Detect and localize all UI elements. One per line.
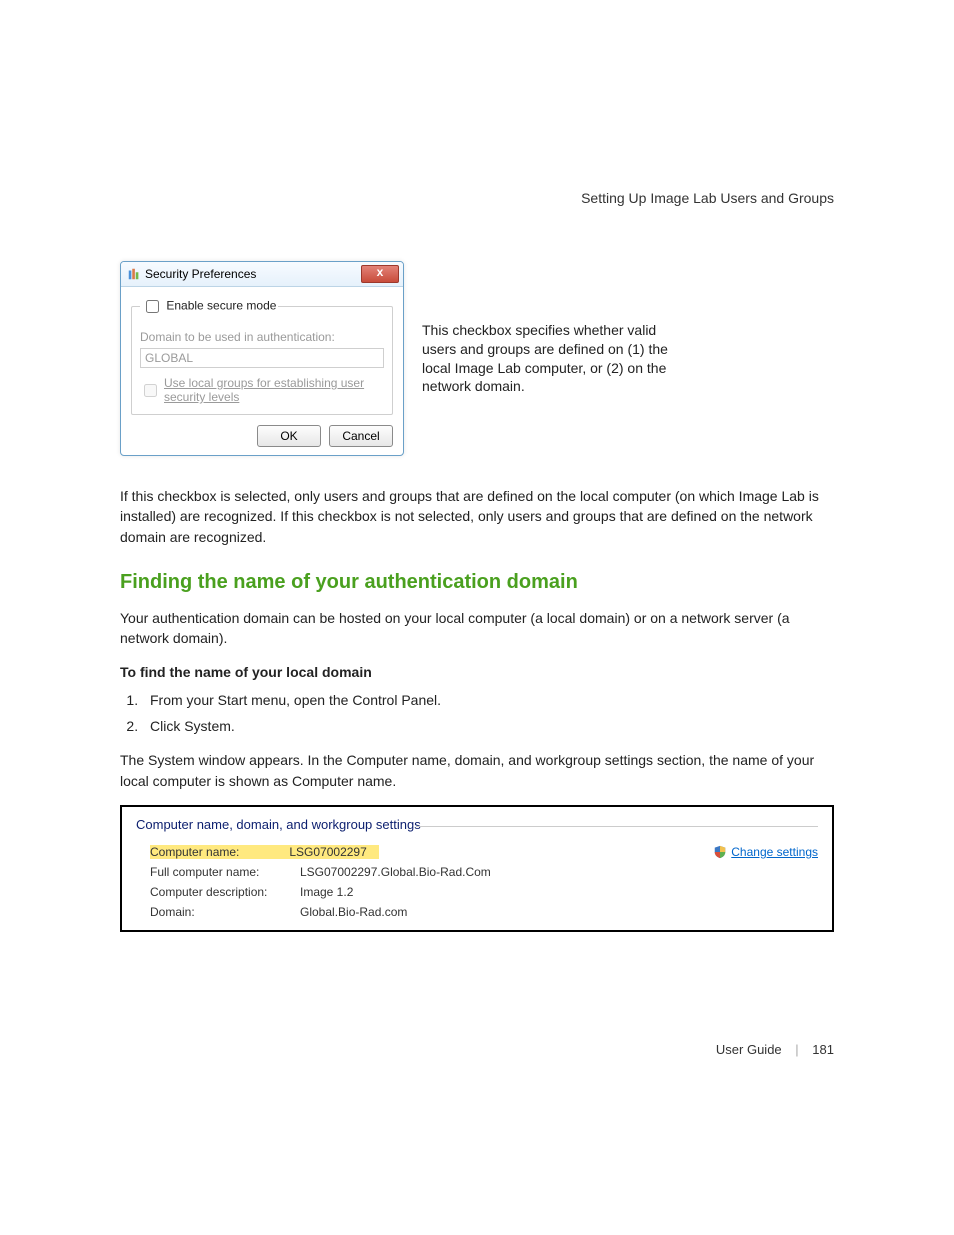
change-settings-label: Change settings xyxy=(731,845,818,859)
page-footer: User Guide | 181 xyxy=(120,1042,834,1057)
change-settings-link[interactable]: Change settings xyxy=(713,845,818,859)
local-groups-checkbox[interactable] xyxy=(144,384,157,397)
page-header: Setting Up Image Lab Users and Groups xyxy=(120,190,834,206)
enable-secure-label: Enable secure mode xyxy=(166,299,276,313)
local-groups-row: Use local groups for establishing user s… xyxy=(140,376,384,404)
domain-label: Domain to be used in authentication: xyxy=(140,330,384,344)
step-1: From your Start menu, open the Control P… xyxy=(142,692,834,708)
enable-secure-checkbox[interactable] xyxy=(146,300,159,313)
footer-separator: | xyxy=(795,1042,798,1057)
dialog-title: Security Preferences xyxy=(145,267,256,281)
desc-label: Computer description: xyxy=(150,885,300,899)
section-heading: Finding the name of your authentication … xyxy=(120,571,834,594)
paragraph-1: If this checkbox is selected, only users… xyxy=(120,486,834,547)
computer-name-row: Computer name: LSG07002297 Change settin… xyxy=(136,842,818,862)
local-groups-label: Use local groups for establishing user s… xyxy=(164,376,384,404)
dialog-titlebar: Security Preferences x xyxy=(121,262,403,287)
subheading: To find the name of your local domain xyxy=(120,664,834,680)
computer-name-label: Computer name: xyxy=(150,845,289,859)
system-panel-title: Computer name, domain, and workgroup set… xyxy=(136,817,818,832)
full-name-label: Full computer name: xyxy=(150,865,300,879)
app-icon xyxy=(127,267,141,281)
footer-label: User Guide xyxy=(716,1042,782,1057)
cancel-button[interactable]: Cancel xyxy=(329,425,393,447)
security-preferences-dialog: Security Preferences x Enable secure mod… xyxy=(120,261,404,456)
shield-icon xyxy=(713,845,727,859)
computer-name-value: LSG07002297 xyxy=(289,845,378,859)
system-panel: Computer name, domain, and workgroup set… xyxy=(120,805,834,932)
full-name-value: LSG07002297.Global.Bio-Rad.Com xyxy=(300,865,818,879)
paragraph-3: The System window appears. In the Comput… xyxy=(120,750,834,791)
desc-value: Image 1.2 xyxy=(300,885,818,899)
ok-button[interactable]: OK xyxy=(257,425,321,447)
computer-description-row: Computer description: Image 1.2 xyxy=(136,882,818,902)
enable-secure-legend: Enable secure mode xyxy=(140,297,278,316)
full-computer-name-row: Full computer name: LSG07002297.Global.B… xyxy=(136,862,818,882)
domain-row-label: Domain: xyxy=(150,905,300,919)
domain-row-value: Global.Bio-Rad.com xyxy=(300,905,818,919)
paragraph-2: Your authentication domain can be hosted… xyxy=(120,608,834,649)
close-button[interactable]: x xyxy=(361,265,399,283)
domain-input[interactable] xyxy=(140,348,384,368)
step-2: Click System. xyxy=(142,718,834,734)
side-note: This checkbox specifies whether valid us… xyxy=(422,321,682,397)
page-number: 181 xyxy=(812,1042,834,1057)
domain-row: Domain: Global.Bio-Rad.com xyxy=(136,902,818,922)
secure-mode-fieldset: Enable secure mode Domain to be used in … xyxy=(131,297,393,415)
